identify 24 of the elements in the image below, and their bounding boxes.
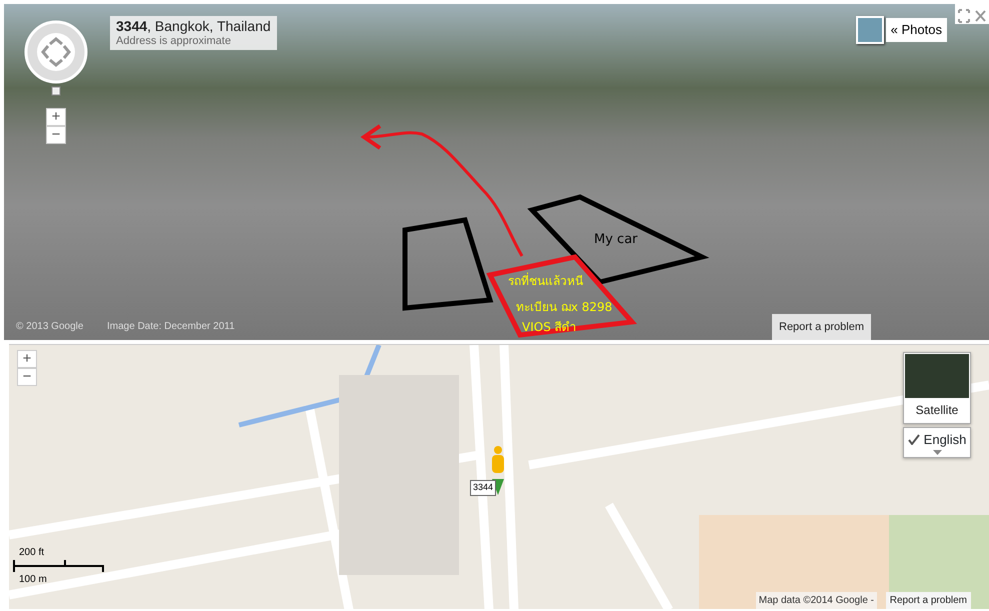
satellite-thumbnail[interactable] [905,354,969,398]
photo-thumbnail[interactable] [856,16,884,44]
annotation-text: VIOS สีดำ [522,319,577,336]
zoom-in-button[interactable]: + [17,350,37,368]
marker-label: 3344 [470,480,496,496]
image-date-text: Image Date: December 2011 [107,320,235,334]
annotation-text: รถที่ชนแล้วหนี [508,272,583,290]
dropdown-arrow-icon[interactable] [932,450,942,454]
zoom-in-button[interactable]: + [46,108,66,126]
scale-label: 200 ft [19,546,46,560]
annotation-text: My car [594,231,638,249]
annotation-text: ทะเบียน ฌx 8298 [516,299,612,316]
scale-label: 100 m [19,573,48,587]
map-data-attribution: Map data ©2014 Google - [756,592,877,609]
report-problem-button[interactable]: Report a problem [772,314,871,340]
report-problem-button[interactable]: Report a problem [886,592,971,609]
copyright-text: © 2013 Google [16,320,84,334]
navigation-compass-icon[interactable] [24,20,88,96]
zoom-out-button[interactable]: − [17,368,37,386]
address-title: 3344, Bangkok, Thailand [116,18,271,35]
address-note: Address is approximate [116,34,232,48]
zoom-out-button[interactable]: − [46,126,66,144]
photos-button[interactable]: « Photos [886,18,947,42]
scale-bar-icon [13,560,105,572]
